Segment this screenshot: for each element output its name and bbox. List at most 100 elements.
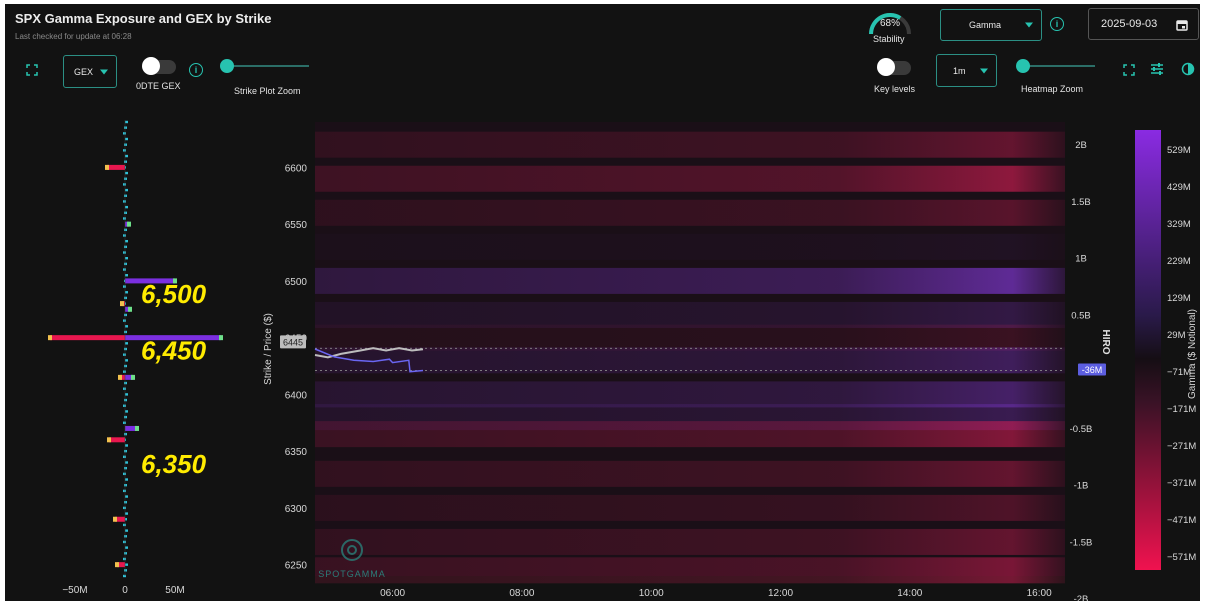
colorbar-tick-label: 529M (1167, 145, 1191, 156)
strike-dot (124, 398, 127, 402)
strike-dot (124, 501, 127, 504)
y-tick-label: 6250 (285, 561, 308, 572)
strike-dot (124, 177, 127, 180)
heatmap-band (315, 381, 1065, 408)
key-levels-toggle[interactable] (877, 58, 911, 76)
strike-zoom-label: Strike Plot Zoom (234, 86, 301, 96)
expand-icon[interactable] (25, 64, 39, 78)
strike-dot (125, 274, 128, 277)
heatmap-band (315, 233, 1065, 260)
strike-dot (124, 569, 127, 572)
stability-label: Stability (873, 34, 905, 44)
x-tick-label: 10:00 (639, 588, 664, 599)
strike-dot (123, 217, 126, 220)
heatmap-band (315, 494, 1065, 521)
gex-bar-cap (118, 374, 122, 380)
heatmap-zoom-track[interactable] (1025, 65, 1095, 67)
strike-dot (123, 234, 126, 237)
strike-dot (124, 330, 127, 334)
gex-bar-cap (135, 425, 139, 431)
gex-bar-cap (48, 335, 52, 341)
strike-dot (123, 200, 126, 203)
strike-dot (123, 404, 126, 407)
strike-dot (123, 489, 126, 493)
heatmap-zoom-thumb[interactable] (1016, 59, 1030, 73)
hiro-tick-label: 1B (1075, 254, 1087, 265)
strike-dot (125, 205, 128, 209)
strike-dot (124, 449, 127, 453)
colorbar-tick-label: 129M (1167, 293, 1191, 304)
sliders-icon[interactable] (1150, 62, 1164, 76)
gex-bar-cap (219, 335, 223, 341)
strike-dot (124, 296, 127, 300)
gex-by-strike-chart: 6,500 6,450 6,350 −50M 0 50M (48, 120, 223, 596)
date-value: 2025-09-03 (1101, 18, 1158, 30)
y-tick-label: 6600 (285, 163, 308, 174)
strike-dot (125, 563, 128, 566)
strike-dot (124, 228, 127, 232)
colorbar-tick-label: −271M (1167, 441, 1196, 452)
strike-dot (124, 466, 127, 470)
strike-dot (123, 574, 126, 578)
strike-dot (123, 387, 126, 390)
strike-annotation: 6,500 (141, 279, 207, 309)
strike-dot (124, 364, 127, 368)
strike-annotation: 6,350 (141, 449, 207, 479)
strike-zoom-thumb[interactable] (220, 59, 234, 73)
strike-dot (124, 313, 127, 317)
heatmap-zoom-label: Heatmap Zoom (1021, 84, 1084, 94)
interval-select[interactable]: 1m (936, 54, 997, 87)
hiro-tick-label: -1B (1074, 481, 1089, 492)
strike-dot (125, 188, 128, 192)
colorbar (1135, 130, 1161, 570)
gamma-select[interactable]: Gamma (940, 9, 1042, 41)
heatmap-band (315, 199, 1065, 226)
strike-dot (123, 455, 126, 459)
colorbar-tick-label: −171M (1167, 404, 1196, 415)
strike-dot (125, 495, 128, 498)
strike-dot (125, 342, 128, 345)
toggle-knob (877, 58, 895, 76)
strike-dot (125, 410, 128, 413)
strike-dot (124, 415, 127, 419)
date-picker[interactable]: 2025-09-03 (1088, 8, 1199, 40)
heatmap-band (315, 324, 1065, 351)
page-title: SPX Gamma Exposure and GEX by Strike (15, 11, 272, 26)
x-tick-label: 12:00 (768, 588, 793, 599)
strike-dot (125, 257, 128, 260)
strike-dot (124, 194, 127, 197)
strike-dot (123, 319, 126, 322)
expand-icon[interactable] (1122, 64, 1136, 78)
x-tick-label: 50M (165, 585, 184, 596)
key-levels-label: Key levels (874, 84, 916, 94)
strike-dot (124, 126, 127, 129)
gex-bar-cap (120, 301, 124, 307)
y-axis-label: Strike / Price ($) (263, 313, 274, 385)
x-tick-label: 14:00 (897, 588, 922, 599)
gex-bar-cap (115, 562, 119, 568)
colorbar-tick-label: 29M (1167, 330, 1186, 341)
contrast-icon[interactable] (1181, 62, 1195, 76)
strike-dot (123, 132, 126, 135)
strike-dot (125, 120, 128, 124)
strike-dot (125, 546, 128, 549)
strike-dot (124, 262, 127, 266)
info-icon[interactable]: i (189, 63, 203, 77)
gex-select[interactable]: GEX (63, 55, 117, 88)
strike-dot (125, 393, 128, 396)
y-tick-label: 6550 (285, 220, 308, 231)
x-tick-label: 08:00 (509, 588, 534, 599)
colorbar-tick-label: −371M (1167, 478, 1196, 489)
strike-zoom-track[interactable] (227, 65, 309, 67)
gamma-heatmap-chart: 62506300635064006450650065506600Strike /… (263, 122, 1198, 601)
heatmap-band (315, 301, 1065, 328)
strike-dot (124, 347, 127, 351)
heatmap-band (315, 347, 1065, 374)
caret-down-icon (100, 69, 108, 74)
strike-dot (123, 523, 126, 527)
info-icon[interactable]: i (1050, 17, 1064, 31)
strike-dot (123, 149, 126, 152)
app-window: SPX Gamma Exposure and GEX by Strike Las… (5, 4, 1200, 601)
zero-dte-toggle[interactable] (142, 57, 176, 75)
price-marker-label: 6445 (283, 337, 303, 347)
